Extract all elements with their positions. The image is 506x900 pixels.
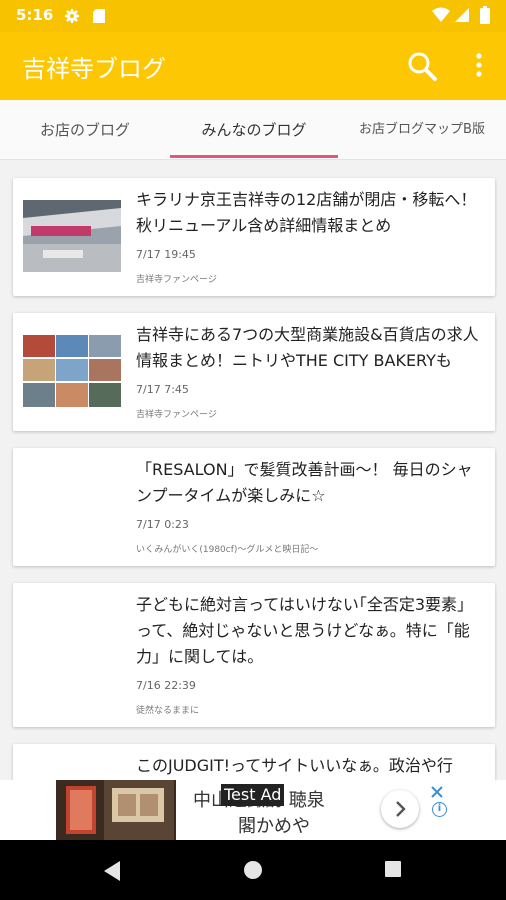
tab-bar: お店のブログ みんなのブログ お店ブログマップB版 (0, 100, 506, 160)
battery-icon (480, 6, 490, 24)
status-bar: 5:16 (0, 0, 506, 32)
more-options-icon[interactable] (474, 52, 484, 78)
recents-icon[interactable] (384, 860, 402, 878)
article-source: 吉祥寺ファンページ (136, 275, 217, 285)
article-title: 子どもに絶対言ってはいけない｢全否定3要素｣って、絶対じゃないと思うけどなぁ。特… (136, 595, 470, 666)
article-title: このJUDGIT!ってサイトいいなぁ。政治や行 (136, 756, 453, 775)
tab-indicator (170, 155, 338, 158)
tab-everyone-blogs[interactable]: みんなのブログ (170, 100, 338, 158)
status-time: 5:16 (16, 6, 54, 24)
article-thumbnail (23, 335, 121, 407)
home-icon[interactable] (243, 860, 263, 880)
ad-close-icon[interactable] (430, 785, 444, 799)
article-list[interactable]: キラリナ京王吉祥寺の12店舗が閉店・移転へ！秋リニューアル含め詳細情報まとめ 7… (0, 161, 506, 780)
ad-open-button[interactable] (381, 790, 419, 828)
article-source: いくみんがいく(1980cf)〜グルメと映日記〜 (136, 545, 319, 555)
article-title: キラリナ京王吉祥寺の12店舗が閉店・移転へ！秋リニューアル含め詳細情報まとめ (136, 190, 477, 235)
search-icon[interactable] (406, 50, 438, 82)
article-card[interactable]: 子どもに絶対言ってはいけない｢全否定3要素｣って、絶対じゃないと思うけどなぁ。特… (13, 583, 495, 727)
system-nav-bar (0, 840, 506, 900)
app-title: 吉祥寺ブログ (22, 55, 166, 83)
article-date: 7/17 0:23 (136, 518, 189, 531)
tab-label: みんなのブログ (201, 120, 307, 139)
settings-gear-icon (65, 9, 79, 23)
tab-label: お店のブログ (39, 120, 130, 139)
ad-info-icon[interactable]: i (432, 802, 447, 817)
ad-banner[interactable]: 中山道諏訪 聴泉 閣かめや Test Ad i (0, 780, 506, 840)
test-ad-label: Test Ad (221, 784, 285, 806)
tab-shop-blogs[interactable]: お店のブログ (0, 100, 170, 158)
article-title: 吉祥寺にある7つの大型商業施設&百貨店の求人情報まとめ！ニトリやTHE CITY… (136, 325, 479, 370)
article-date: 7/17 19:45 (136, 248, 196, 261)
article-date: 7/17 7:45 (136, 383, 189, 396)
article-card[interactable]: 「RESALON」で髪質改善計画〜！ 毎日のシャンプータイムが楽しみに☆ 7/1… (13, 448, 495, 566)
ad-headline-2: 閣かめや (238, 816, 310, 837)
article-card[interactable]: キラリナ京王吉祥寺の12店舗が閉店・移転へ！秋リニューアル含め詳細情報まとめ 7… (13, 178, 495, 296)
article-date: 7/16 22:39 (136, 679, 196, 692)
article-source: 徒然なるままに (136, 706, 200, 716)
article-title: 「RESALON」で髪質改善計画〜！ 毎日のシャンプータイムが楽しみに☆ (136, 460, 473, 505)
article-source: 吉祥寺ファンページ (136, 410, 217, 420)
tab-label: お店ブログマップB版 (359, 121, 485, 137)
cellular-signal-icon (455, 8, 469, 22)
app-bar: 吉祥寺ブログ (0, 32, 506, 100)
ad-image (56, 780, 176, 840)
article-card[interactable]: 吉祥寺にある7つの大型商業施設&百貨店の求人情報まとめ！ニトリやTHE CITY… (13, 313, 495, 431)
article-card[interactable]: このJUDGIT!ってサイトいいなぁ。政治や行 (13, 744, 495, 780)
wifi-icon (432, 7, 450, 22)
chevron-right-icon (396, 801, 406, 817)
sd-card-icon (93, 9, 105, 23)
article-thumbnail (23, 200, 121, 272)
tab-shop-blog-map[interactable]: お店ブログマップB版 (338, 100, 506, 158)
back-icon[interactable] (102, 860, 122, 882)
